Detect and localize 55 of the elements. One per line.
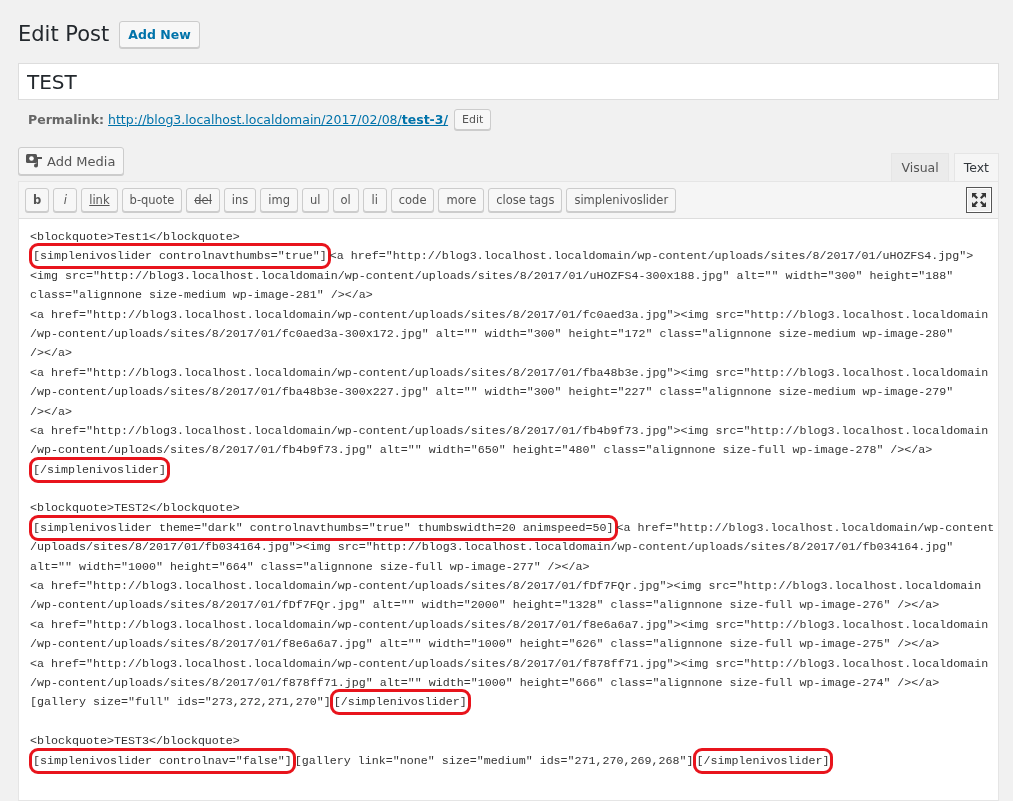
code-text: <a href="http://blog3.localhost.localdomain/wp-content/uploads/sites/8/2017/01/fba48b3e.jpg"><img src="http://blog3.localhost.localdomain: [30, 365, 989, 380]
permalink-label: Permalink:: [28, 112, 105, 127]
highlighted-code: [/simplenivoslider]: [29, 456, 170, 483]
toolbar-button[interactable]: i: [53, 188, 78, 212]
highlighted-code: [simplenivoslider theme="dark" controlnavthumbs="true" thumbswidth=20 animspeed=50]: [29, 514, 618, 541]
expand-icon: [971, 192, 987, 208]
code-text: /wp-content/uploads/sites/8/2017/01/f8e6a6a7.jpg" alt="" width="1000" height="626" class="alignnone size-full wp-image-275" /></a>: [30, 637, 940, 652]
code-text: <a href="http://blog3.localhost.localdomain/wp-content/uploads/sites/8/2017/01/fb4b9f73.jpg"><img src="http://blog3.localhost.localdomain: [30, 423, 989, 438]
toolbar-button[interactable]: b: [25, 188, 50, 212]
title-field[interactable]: TEST: [18, 63, 999, 100]
code-text: /></a>: [30, 404, 72, 419]
code-text: alt="" width="1000" height="664" class="alignnone size-full wp-image-277" /></a>: [30, 559, 590, 574]
code-text: <blockquote>TEST3</blockquote>: [30, 734, 240, 749]
code-text: /wp-content/uploads/sites/8/2017/01/fb4b9f73.jpg" alt="" width="650" height="480" class="alignnone size-full wp-image-278" /></a>: [30, 443, 933, 458]
highlighted-code: [simplenivoslider controlnav="false"]: [29, 747, 296, 774]
toolbar-button[interactable]: li: [362, 188, 387, 212]
toolbar-button[interactable]: ul: [302, 188, 329, 212]
code-text: [gallery size="full" ids="273,272,271,270"]: [30, 695, 331, 710]
toolbar-button[interactable]: img: [260, 188, 298, 212]
editor-tab[interactable]: Visual: [891, 153, 949, 181]
code-text: <blockquote>TEST2</blockquote>: [30, 501, 240, 516]
editor-tab[interactable]: Text: [953, 153, 999, 181]
toolbar-button[interactable]: simplenivoslider: [566, 188, 677, 212]
page-title: Edit Post: [18, 22, 110, 46]
code-text: /wp-content/uploads/sites/8/2017/01/fba48b3e-300x227.jpg" alt="" width="300" height="227" class="alignnone size-medium wp-image-279": [30, 385, 954, 400]
toolbar-button[interactable]: ins: [223, 188, 257, 212]
code-text: <a href="http://blog3.localhost.localdomain/wp-content/uploads/sites/8/2017/01/f8e6a6a7.jpg"><img src="http://blog3.localhost.localdomain: [30, 617, 989, 632]
code-text: [gallery link="none" size="medium" ids="271,270,269,268"]: [294, 753, 694, 768]
code-text: class="alignnone size-medium wp-image-281" /></a>: [30, 288, 373, 303]
code-text: /uploads/sites/8/2017/01/fb034164.jpg"><img src="http://blog3.localhost.localdomain/wp-content/uploads/sites/8/2017/01/fb034164.jpg": [30, 540, 954, 555]
code-text: /></a>: [30, 346, 72, 361]
highlighted-code: [simplenivoslider controlnavthumbs="true"]: [29, 243, 331, 270]
toolbar-button[interactable]: b-quote: [121, 188, 183, 212]
highlighted-code: [/simplenivoslider]: [692, 747, 834, 774]
highlighted-code: [/simplenivoslider]: [329, 689, 471, 716]
code-text: <blockquote>Test1</blockquote>: [30, 230, 240, 244]
toolbar-button[interactable]: del: [186, 188, 220, 212]
toolbar-button[interactable]: more: [438, 188, 485, 212]
toolbar-button[interactable]: code: [390, 188, 435, 212]
permalink-link[interactable]: http://blog3.localhost.localdomain/2017/02/08/test-3/: [108, 112, 449, 127]
code-text: <img src="http://blog3.localhost.localdomain/wp-content/uploads/sites/8/2017/01/uHOZFS4-300x188.jpg" alt="" width="300" height="188": [30, 268, 954, 283]
code-text: /wp-content/uploads/sites/8/2017/01/fDf7FQr.jpg" alt="" width="2000" height="1328" class="alignnone size-full wp-image-276" /></a>: [30, 598, 940, 613]
code-text: /wp-content/uploads/sites/8/2017/01/f878ff71.jpg" alt="" width="1000" height="666" class="alignnone size-full wp-image-274" /></a>: [30, 676, 940, 690]
code-text: <a href="http://blog3.localhost.localdomain/wp-content/uploads/sites/8/2017/01/f878ff71.jpg"><img src="http://blog3.localhost.localdomain: [30, 656, 989, 671]
toolbar-button[interactable]: link: [81, 188, 118, 212]
add-new-button[interactable]: Add New: [119, 20, 200, 48]
fullscreen-button[interactable]: [966, 187, 992, 213]
code-text: /wp-content/uploads/sites/8/2017/01/fc0aed3a-300x172.jpg" alt="" width="300" height="172" class="alignnone size-medium wp-image-280": [30, 326, 954, 341]
code-text: <a href="http://blog3.localhost.localdomain/wp-content/uploads/sites/8/2017/01/fc0aed3a.jpg"><img src="http://blog3.localhost.localdomain: [30, 307, 989, 322]
toolbar-button[interactable]: close tags: [488, 188, 563, 212]
camera-music-icon: [25, 152, 43, 170]
edit-button[interactable]: Edit: [454, 109, 492, 130]
add-media-button[interactable]: Add Media: [18, 147, 125, 175]
toolbar-button[interactable]: ol: [332, 188, 359, 212]
code-text: <a href="http://blog3.localhost.localdomain/wp-content/uploads/sites/8/2017/01/fDf7FQr.jpg"><img src="http://blog3.localhost.localdomain: [30, 579, 982, 594]
